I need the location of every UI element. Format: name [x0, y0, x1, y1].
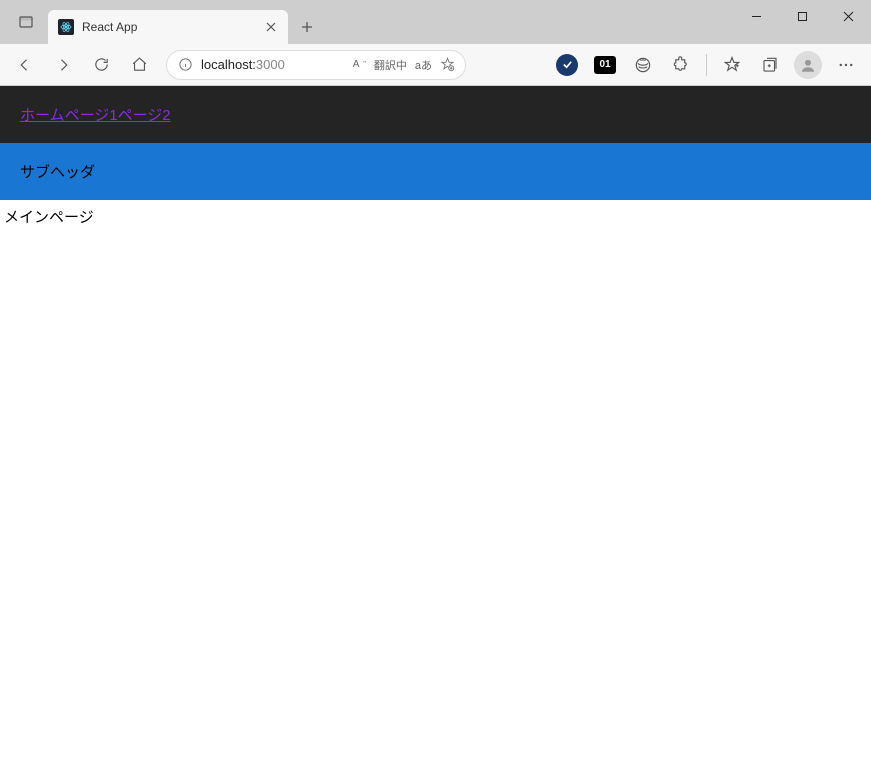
new-tab-button[interactable]: [292, 12, 322, 42]
page-viewport: ホームページ1ページ2 サブヘッダ メインページ: [0, 86, 871, 760]
window-titlebar: React App: [0, 0, 871, 44]
window-controls: [733, 0, 871, 32]
minimize-button[interactable]: [733, 0, 779, 32]
close-window-button[interactable]: [825, 0, 871, 32]
app-nav-header: ホームページ1ページ2: [0, 86, 871, 143]
profile-button[interactable]: [791, 48, 825, 82]
reader-mode-icon[interactable]: A": [353, 59, 366, 70]
toolbar-right: 01: [476, 48, 863, 82]
browser-toolbar: localhost:3000 A" 翻訳中 aあ 01: [0, 44, 871, 86]
home-button[interactable]: [122, 48, 156, 82]
forward-button[interactable]: [46, 48, 80, 82]
maximize-button[interactable]: [779, 0, 825, 32]
collections-button[interactable]: [753, 48, 787, 82]
tab-strip: React App: [0, 0, 322, 44]
site-info-icon[interactable]: [177, 57, 193, 73]
extension-check-icon[interactable]: [550, 48, 584, 82]
extension-honey-icon[interactable]: [626, 48, 660, 82]
more-button[interactable]: [829, 48, 863, 82]
sub-header: サブヘッダ: [0, 143, 871, 200]
translate-status[interactable]: 翻訳中: [374, 57, 407, 73]
translate-lang-icon[interactable]: aあ: [415, 57, 432, 73]
browser-tab[interactable]: React App: [48, 10, 288, 44]
refresh-button[interactable]: [84, 48, 118, 82]
url-text: localhost:3000: [201, 57, 345, 72]
back-button[interactable]: [8, 48, 42, 82]
extensions-button[interactable]: [664, 48, 698, 82]
favorites-button[interactable]: [715, 48, 749, 82]
main-content-text: メインページ: [0, 200, 871, 233]
nav-link-home[interactable]: ホーム: [20, 107, 65, 124]
tab-actions-icon[interactable]: [8, 4, 44, 40]
extension-counter-icon[interactable]: 01: [588, 48, 622, 82]
address-bar[interactable]: localhost:3000 A" 翻訳中 aあ: [166, 50, 466, 80]
favorite-icon[interactable]: [440, 57, 455, 72]
nav-link-page2[interactable]: ページ2: [118, 107, 171, 124]
address-bar-actions: A" 翻訳中 aあ: [353, 57, 455, 73]
react-icon: [58, 19, 74, 35]
tab-close-button[interactable]: [262, 18, 280, 36]
tab-title: React App: [82, 20, 254, 34]
nav-link-page1[interactable]: ページ1: [65, 107, 118, 124]
toolbar-divider: [706, 54, 707, 76]
avatar-icon: [794, 51, 822, 79]
